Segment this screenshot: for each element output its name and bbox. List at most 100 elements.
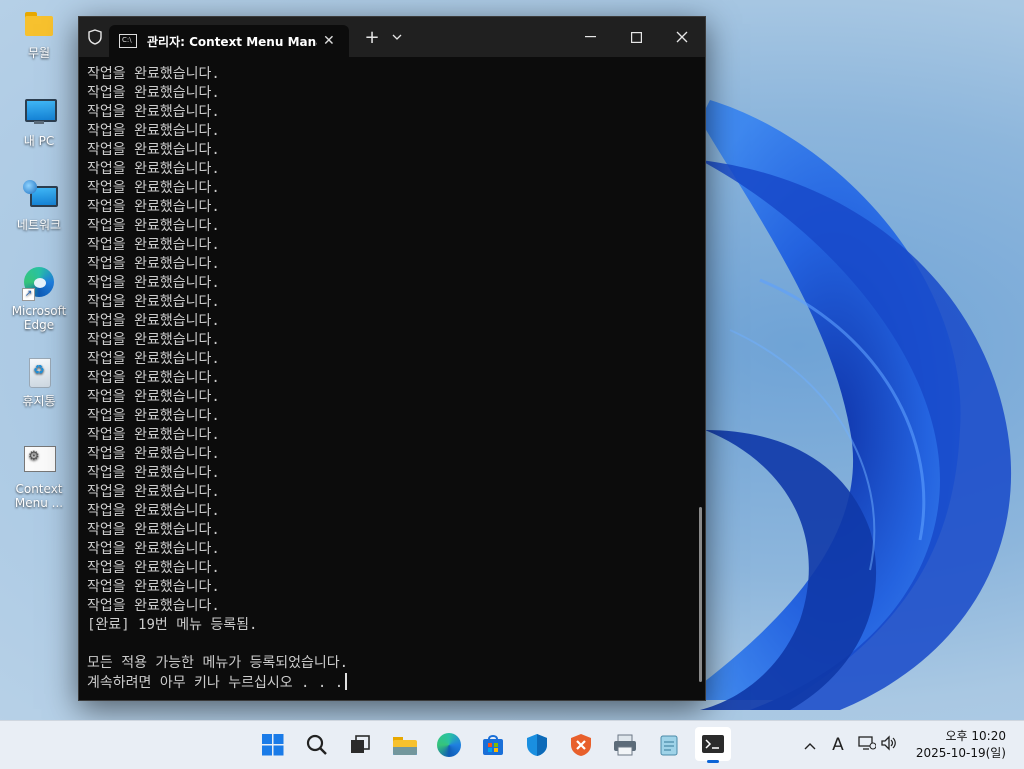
defender-button[interactable] bbox=[521, 729, 553, 761]
console-line: 작업을 완료했습니다. bbox=[87, 66, 220, 82]
task-view-icon bbox=[351, 735, 370, 753]
active-indicator bbox=[707, 760, 719, 763]
console-line: 작업을 완료했습니다. bbox=[87, 427, 220, 443]
task-view-button[interactable] bbox=[345, 729, 377, 761]
console-line: [완료] 19번 메뉴 등록됨. bbox=[87, 617, 258, 633]
network-icon bbox=[22, 180, 58, 214]
shield-icon bbox=[527, 734, 547, 756]
app-button-orange[interactable] bbox=[565, 729, 597, 761]
edge-icon bbox=[437, 733, 461, 757]
console-line: 계속하려면 아무 키나 누르십시오 . . . bbox=[87, 673, 687, 692]
terminal-icon: C:\ bbox=[119, 34, 137, 48]
console-line: 작업을 완료했습니다. bbox=[87, 104, 220, 120]
minimize-button[interactable] bbox=[567, 17, 613, 57]
clock-time: 오후 10:20 bbox=[945, 729, 1006, 743]
desktop-icon-this-pc[interactable]: 내 PC bbox=[4, 96, 74, 148]
close-button[interactable] bbox=[659, 17, 705, 57]
console-line: 작업을 완료했습니다. bbox=[87, 541, 220, 557]
console-line: 작업을 완료했습니다. bbox=[87, 389, 220, 405]
console-line: 작업을 완료했습니다. bbox=[87, 85, 220, 101]
monitor-icon bbox=[22, 96, 57, 130]
scrollbar-thumb[interactable] bbox=[699, 507, 702, 682]
clock-date: 2025-10-19(일) bbox=[915, 746, 1006, 760]
shield-x-icon bbox=[571, 734, 591, 756]
maximize-icon bbox=[630, 31, 642, 43]
clock[interactable]: 오후 10:20 2025-10-19(일) bbox=[916, 728, 1006, 762]
console-line: 작업을 완료했습니다. bbox=[87, 598, 220, 614]
console-line: 작업을 완료했습니다. bbox=[87, 313, 220, 329]
edge-button[interactable] bbox=[433, 729, 465, 761]
console-line: 작업을 완료했습니다. bbox=[87, 465, 220, 481]
printer-icon bbox=[614, 734, 636, 756]
tab-title: 관리자: Context Menu Manag bbox=[147, 34, 317, 49]
console-line: 모든 적용 가능한 메뉴가 등록되었습니다. bbox=[87, 655, 349, 671]
desktop-icon-label: 무월 bbox=[27, 46, 51, 60]
desktop-icon-label: 휴지통 bbox=[22, 394, 56, 408]
desktop-icon-label: Context Menu ... bbox=[14, 482, 64, 510]
chevron-down-icon bbox=[392, 34, 402, 40]
desktop-icon-label: 내 PC bbox=[23, 134, 55, 148]
store-button[interactable] bbox=[477, 729, 509, 761]
console-line: 작업을 완료했습니다. bbox=[87, 199, 220, 215]
console-line: 작업을 완료했습니다. bbox=[87, 408, 220, 424]
folder-icon bbox=[22, 8, 56, 42]
start-button[interactable] bbox=[257, 729, 289, 761]
text-cursor bbox=[345, 673, 348, 690]
tab-close-icon[interactable]: ✕ bbox=[323, 33, 335, 49]
shield-icon bbox=[79, 17, 111, 57]
console-line: 작업을 완료했습니다. bbox=[87, 294, 220, 310]
console-line: 작업을 완료했습니다. bbox=[87, 256, 220, 272]
terminal-window[interactable]: C:\ 관리자: Context Menu Manag ✕ + 작업을 완료했습… bbox=[78, 16, 706, 701]
desktop-icon-recycle-bin[interactable]: ♻ 휴지통 bbox=[4, 356, 74, 408]
console-line: 작업을 완료했습니다. bbox=[87, 503, 220, 519]
desktop-icon-label: Microsoft Edge bbox=[11, 304, 67, 332]
network-icon[interactable] bbox=[856, 735, 878, 755]
recycle-bin-icon: ♻ bbox=[22, 356, 56, 390]
maximize-button[interactable] bbox=[613, 17, 659, 57]
console-line: 작업을 완료했습니다. bbox=[87, 180, 220, 196]
tab-dropdown-button[interactable] bbox=[379, 17, 415, 57]
tab-terminal[interactable]: C:\ 관리자: Context Menu Manag ✕ bbox=[109, 25, 349, 57]
console-line: 작업을 완료했습니다. bbox=[87, 522, 220, 538]
console-line: 작업을 완료했습니다. bbox=[87, 351, 220, 367]
edge-icon: ↗ bbox=[22, 266, 56, 301]
console-line: 작업을 완료했습니다. bbox=[87, 123, 220, 139]
console-line: 작업을 완료했습니다. bbox=[87, 161, 220, 177]
minimize-icon bbox=[584, 36, 596, 38]
system-tray: A bbox=[800, 721, 900, 769]
folder-icon bbox=[393, 737, 417, 755]
terminal-taskbar-button[interactable] bbox=[695, 727, 731, 763]
console-line: 작업을 완료했습니다. bbox=[87, 370, 220, 386]
console-line: 작업을 완료했습니다. bbox=[87, 237, 220, 253]
desktop-icon-edge[interactable]: ↗ Microsoft Edge bbox=[4, 266, 74, 332]
console-line: 작업을 완료했습니다. bbox=[87, 560, 220, 576]
desktop-icon-context-menu[interactable]: ⚙ Context Menu ... bbox=[4, 444, 74, 510]
store-icon bbox=[483, 735, 503, 755]
console-line: 작업을 완료했습니다. bbox=[87, 275, 220, 291]
chevron-up-icon[interactable] bbox=[800, 736, 820, 754]
notepad-icon bbox=[660, 735, 678, 756]
terminal-icon bbox=[702, 735, 724, 753]
taskbar: A 오후 10:20 2025-10-19(일) bbox=[0, 720, 1024, 769]
desktop-icon-folder[interactable]: 무월 bbox=[4, 8, 74, 60]
search-icon bbox=[306, 734, 327, 755]
console-line: 작업을 완료했습니다. bbox=[87, 579, 220, 595]
console-line: 작업을 완료했습니다. bbox=[87, 484, 220, 500]
file-explorer-button[interactable] bbox=[389, 729, 421, 761]
title-bar[interactable]: C:\ 관리자: Context Menu Manag ✕ + bbox=[79, 17, 705, 57]
search-button[interactable] bbox=[301, 729, 333, 761]
app-settings-icon: ⚙ bbox=[22, 444, 56, 478]
console-line: 작업을 완료했습니다. bbox=[87, 446, 220, 462]
desktop-icon-label: 네트워크 bbox=[16, 218, 62, 232]
windows-logo-icon bbox=[262, 734, 284, 756]
close-icon bbox=[676, 31, 688, 43]
app-button-printer[interactable] bbox=[609, 729, 641, 761]
language-indicator[interactable]: A bbox=[824, 735, 852, 755]
console-line: 작업을 완료했습니다. bbox=[87, 142, 220, 158]
console-output[interactable]: 작업을 완료했습니다. 작업을 완료했습니다. 작업을 완료했습니다. 작업을 완료했… bbox=[87, 65, 687, 695]
app-button-notepad[interactable] bbox=[653, 729, 685, 761]
console-line: 작업을 완료했습니다. bbox=[87, 332, 220, 348]
volume-icon[interactable] bbox=[878, 735, 900, 755]
desktop-icon-network[interactable]: 네트워크 bbox=[4, 180, 74, 232]
